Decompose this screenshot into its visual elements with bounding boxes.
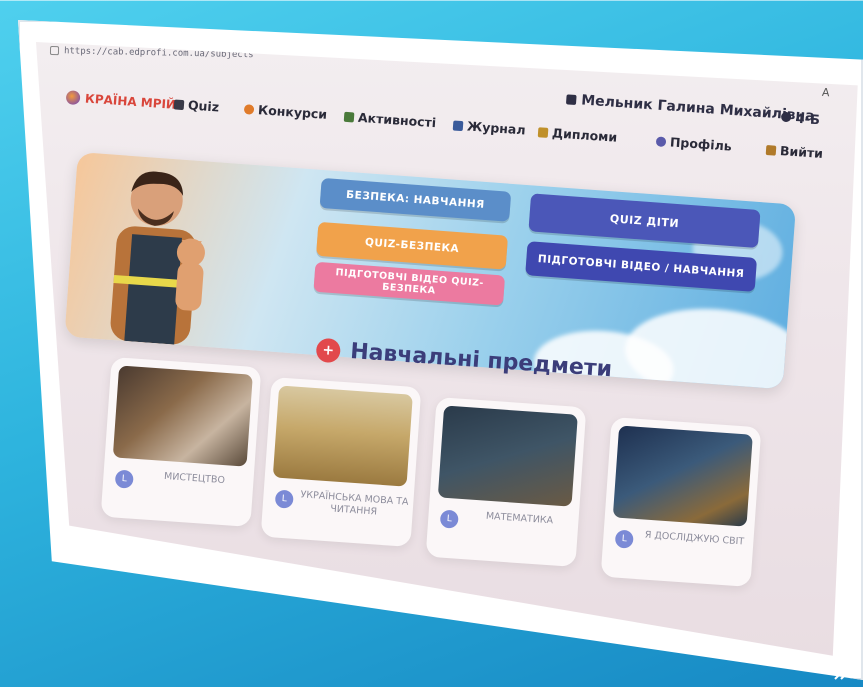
people-icon <box>343 111 355 122</box>
subject-label: МАТЕМАТИКА <box>485 510 554 527</box>
firefighter-cat-illustration <box>110 171 205 345</box>
nav-journal-label: Журнал <box>466 118 527 138</box>
subject-label: МИСТЕЦТВО <box>163 470 226 487</box>
nav-journal[interactable]: Журнал <box>452 117 527 138</box>
subject-card[interactable]: L УКРАЇНСЬКА МОВА ТА ЧИТАННЯ <box>260 376 422 548</box>
profile-icon <box>655 135 667 147</box>
class-badge[interactable]: 4-Б <box>780 111 821 129</box>
nav-diplomas-label: Дипломи <box>551 125 618 145</box>
nav-logout-label: Вийти <box>779 143 824 161</box>
subject-badge: L <box>114 469 134 489</box>
logo-icon <box>65 90 81 106</box>
exit-icon <box>765 144 777 156</box>
subject-image-world <box>612 425 753 527</box>
subject-card[interactable]: L Я ДОСЛІДЖУЮ СВІТ <box>600 416 762 588</box>
nav-profile[interactable]: Профіль <box>655 133 733 154</box>
subject-label: УКРАЇНСЬКА МОВА ТА ЧИТАННЯ <box>300 489 409 518</box>
nav-contests[interactable]: Конкурси <box>243 101 328 122</box>
top-navigation: КРАЇНА МРІЙ Quiz Конкурси Активності Жур… <box>65 90 858 161</box>
logo-text: КРАЇНА МРІЙ <box>84 91 177 112</box>
prep-video-quiz-safety-button[interactable]: ПІДГОТОВЧІ ВІДЕО QUIZ-БЕЗПЕКА <box>313 261 506 306</box>
subject-card[interactable]: L МИСТЕЦТВО <box>100 356 262 528</box>
nav-quiz-label: Quiz <box>187 97 220 115</box>
quiz-kids-button[interactable]: QUIZ ДІТИ <box>528 193 761 249</box>
trophy-icon <box>537 126 549 138</box>
book-badge-icon: + <box>315 337 342 363</box>
class-icon <box>780 111 792 123</box>
nav-contests-label: Конкурси <box>257 102 328 122</box>
nav-activities[interactable]: Активності <box>343 109 437 131</box>
gamepad-icon <box>173 98 185 110</box>
lock-icon <box>49 46 60 56</box>
next-slide-icon[interactable] <box>831 657 857 683</box>
subject-badge: L <box>274 489 294 509</box>
subject-label: Я ДОСЛІДЖУЮ СВІТ <box>644 529 745 548</box>
nav-activities-label: Активності <box>357 109 437 131</box>
subject-badge: L <box>439 509 459 529</box>
subject-image-math <box>437 405 578 507</box>
decor-line <box>0 0 863 1</box>
nav-diplomas[interactable]: Дипломи <box>537 124 618 145</box>
user-name[interactable]: Мельник Галина Михайлівна <box>565 91 815 125</box>
subject-image-ukrainian <box>272 385 413 487</box>
user-icon <box>565 94 577 106</box>
class-text: 4-Б <box>795 111 821 129</box>
nav-quiz[interactable]: Quiz <box>173 96 220 115</box>
site-logo[interactable]: КРАЇНА МРІЙ <box>65 90 177 112</box>
nav-logout[interactable]: Вийти <box>765 142 824 161</box>
safety-learning-button[interactable]: БЕЗПЕКА: НАВЧАННЯ <box>319 177 512 222</box>
palette-icon <box>243 103 255 115</box>
subject-card[interactable]: L МАТЕМАТИКА <box>425 396 587 568</box>
book-icon <box>452 119 464 131</box>
subject-badge: L <box>614 529 634 549</box>
nav-profile-label: Профіль <box>669 134 733 154</box>
quiz-safety-button[interactable]: QUIZ-БЕЗПЕКА <box>316 221 509 270</box>
subject-image-art <box>112 365 253 467</box>
